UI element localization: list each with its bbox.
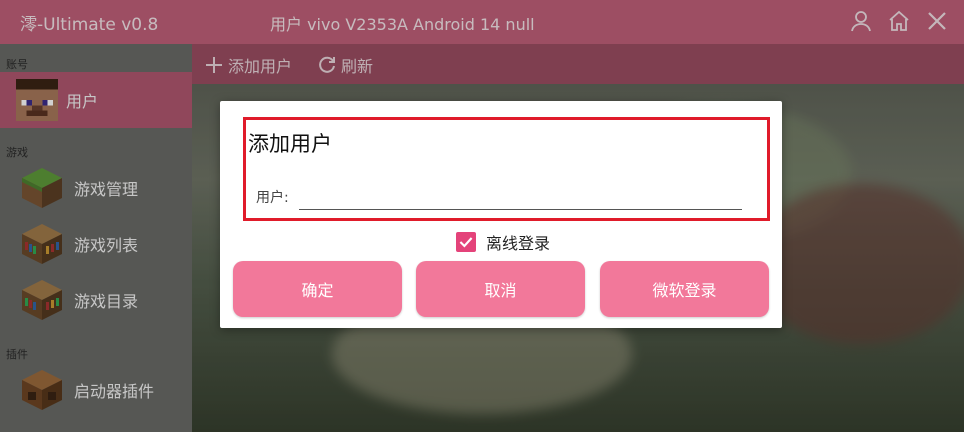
- cancel-button[interactable]: 取消: [416, 261, 585, 317]
- username-input[interactable]: [299, 185, 742, 210]
- dialog-title: 添加用户: [248, 132, 332, 156]
- add-user-dialog: 添加用户 用户: 离线登录 确定 取消 微软登录: [220, 101, 782, 328]
- offline-login-option[interactable]: 离线登录: [456, 230, 550, 254]
- offline-login-label: 离线登录: [486, 234, 551, 253]
- user-field-label: 用户:: [256, 190, 289, 206]
- check-icon: [459, 237, 473, 248]
- microsoft-login-button[interactable]: 微软登录: [600, 261, 769, 317]
- confirm-button[interactable]: 确定: [233, 261, 402, 317]
- offline-login-checkbox[interactable]: [456, 232, 476, 252]
